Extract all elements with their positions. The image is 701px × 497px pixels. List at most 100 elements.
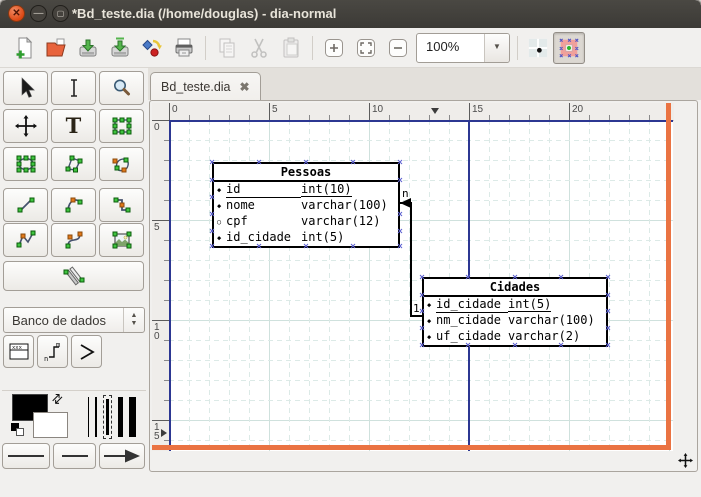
zoom-fit-button[interactable] [350,32,382,64]
pan-cursor-icon[interactable] [678,453,693,468]
snap-to-objects-toggle[interactable] [553,32,585,64]
line-width-1[interactable] [88,397,89,437]
attribute-row[interactable]: ◆nm_cidadevarchar(100) [424,313,606,329]
background-color-swatch[interactable] [33,412,68,438]
zoom-value[interactable]: 100% [417,34,484,62]
tab-close-icon[interactable]: ✖ [240,80,250,94]
attribute-row[interactable]: ◆id_cidadeint(5) [214,230,398,246]
tool-bezierline[interactable] [51,223,96,257]
diagram-extent-bottom [152,445,671,450]
nullable-bullet-icon: ○ [217,215,226,230]
pointer-icon [14,76,38,100]
attr-name: nm_cidade [436,313,508,328]
table-name: Pessoas [214,164,398,182]
table-cidades[interactable]: Cidades ◆id_cidadeint(5) ◆nm_cidadevarch… [422,277,608,347]
db-reference-icon: n m [41,340,65,364]
line-icon [14,193,38,217]
dash-style-button[interactable] [53,443,96,469]
default-colors-icon[interactable] [11,423,27,437]
revert-objects-button[interactable] [136,32,168,64]
tool-polyline[interactable] [3,223,48,257]
tab-bd-teste[interactable]: Bd_teste.dia ✖ [150,72,261,100]
shape-db-reference[interactable]: n m [37,335,68,368]
tool-image[interactable] [99,223,144,257]
snap-objects-icon [558,37,580,59]
tool-zigzagline[interactable] [99,188,144,222]
diagram-canvas[interactable]: Pessoas ◆idint(10) ◆nomevarchar(100) ○cp… [169,120,673,451]
tool-ellipse[interactable] [3,147,48,181]
line-width-5[interactable] [129,397,136,437]
open-diagram-button[interactable] [40,32,72,64]
maximize-button[interactable]: ▢ [52,5,69,22]
tab-label: Bd_teste.dia [161,80,231,94]
attr-name: nome [226,198,301,213]
pointer-position-marker [431,108,439,114]
minimize-button[interactable]: — [30,5,47,22]
arrow-style-button[interactable] [99,443,145,469]
horizontal-ruler: 0 5 10 15 20 [169,103,674,121]
tool-line[interactable] [3,188,48,222]
swap-colors-icon[interactable]: ⇄ [48,389,67,408]
snap-to-grid-toggle[interactable] [523,33,553,63]
save-diagram-button[interactable] [72,32,104,64]
line-width-3 [106,399,109,435]
attr-name: uf_cidade [436,329,508,344]
new-diagram-button[interactable] [8,32,40,64]
tool-text-edit[interactable] [51,71,96,105]
attr-name: id_cidade [436,297,508,313]
db-table-icon: xxx [7,340,31,364]
tool-select[interactable] [3,71,48,105]
cut-button[interactable] [243,32,275,64]
sheet-selector[interactable]: Banco de dados ▲▼ [3,307,145,333]
new-document-icon [12,36,36,60]
tool-scroll[interactable] [3,109,48,143]
attribute-row[interactable]: ◆uf_cidadevarchar(2) [424,329,606,345]
print-button[interactable] [168,32,200,64]
page-boundary-top [169,120,673,122]
attr-name: cpf [226,214,301,229]
line-width-selector[interactable] [88,395,136,439]
tool-outline[interactable] [3,261,144,291]
titlebar: ✕ — ▢ *Bd_teste.dia (/home/douglas) - di… [0,0,701,28]
line-width-2[interactable] [95,397,97,437]
vruler-label: 0 [154,123,161,132]
tool-zoom[interactable] [99,71,144,105]
printer-icon [172,36,196,60]
line-style-button[interactable] [2,443,50,469]
attr-type: varchar(2) [508,329,580,343]
save-icon [76,36,100,60]
cardinality-1-label: 1 [413,302,420,315]
tool-text[interactable]: T [51,109,96,143]
zigzag-line-icon [110,193,134,217]
tool-arc[interactable] [51,188,96,222]
line-width-4[interactable] [118,397,123,437]
work-area: Bd_teste.dia ✖ 0 5 10 15 20 0 5 10 15 [148,68,701,497]
attribute-row[interactable]: ◆idint(10) [214,182,398,198]
table-pessoas[interactable]: Pessoas ◆idint(10) ◆nomevarchar(100) ○cp… [212,162,400,248]
zoom-in-button[interactable] [318,32,350,64]
shape-db-compress[interactable] [71,335,102,368]
attribute-row[interactable]: ◆id_cidadeint(5) [424,297,606,313]
window-bottom [0,472,701,497]
save-as-icon [108,36,132,60]
attribute-row[interactable]: ◆nomevarchar(100) [214,198,398,214]
tool-beziergon[interactable] [99,147,144,181]
line-width-selected[interactable] [103,395,112,439]
zoom-out-button[interactable] [382,32,414,64]
tool-box[interactable] [99,109,144,143]
zoom-combo[interactable]: 100% ▼ [416,33,510,63]
shape-db-table[interactable]: xxx [3,335,34,368]
zoom-dropdown-arrow-icon[interactable]: ▼ [484,34,509,62]
compress-icon [75,340,99,364]
close-button[interactable]: ✕ [8,5,25,22]
solid-line-icon [4,446,48,466]
paste-button[interactable] [275,32,307,64]
attribute-row[interactable]: ○cpfvarchar(12) [214,214,398,230]
toolbar-separator [312,36,313,60]
spinner-arrows-icon[interactable]: ▲▼ [123,308,144,332]
save-as-button[interactable] [104,32,136,64]
tool-polygon[interactable] [51,147,96,181]
outline-tool-icon [61,264,87,288]
polygon-shape-icon [62,152,86,176]
copy-button[interactable] [211,32,243,64]
